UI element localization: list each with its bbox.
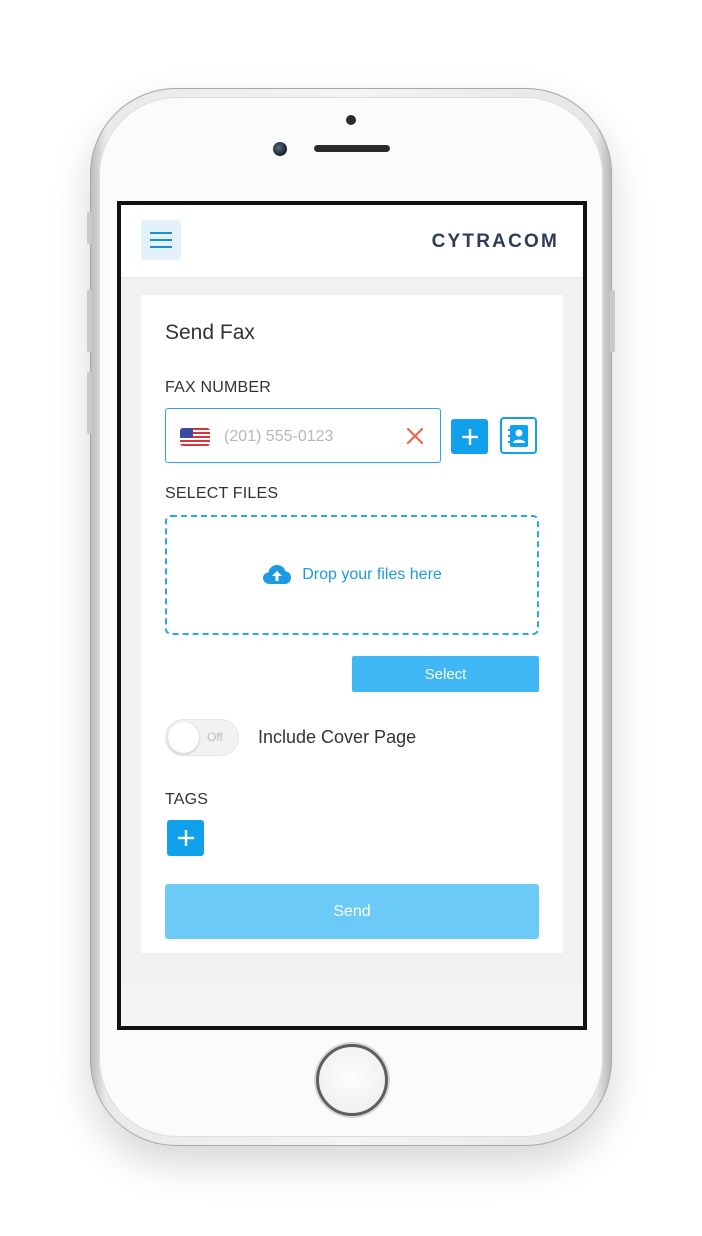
- plus-icon: [461, 428, 478, 445]
- fax-number-field[interactable]: [165, 408, 441, 463]
- phone-screen: CYTRACOM Send Fax FAX NUMBER (201) 555-0…: [117, 201, 587, 1030]
- menu-button[interactable]: [141, 220, 181, 260]
- select-files-button[interactable]: Select: [352, 656, 539, 692]
- close-icon[interactable]: [404, 425, 426, 447]
- add-tag-button[interactable]: [167, 820, 204, 856]
- drop-files-text: Drop your files here: [302, 566, 442, 583]
- phone-speaker: [314, 145, 390, 152]
- contact-book-icon: [507, 424, 528, 447]
- page-title: Send Fax: [165, 321, 255, 344]
- front-camera: [273, 142, 287, 156]
- screen-bottom-area: [121, 985, 583, 1026]
- hamburger-menu-icon: [150, 232, 172, 234]
- toggle-state-text: Off: [207, 730, 223, 744]
- cover-page-toggle[interactable]: Off: [165, 719, 239, 756]
- contacts-button[interactable]: [500, 417, 537, 454]
- home-button[interactable]: [316, 1044, 388, 1116]
- cytracom-logo: CYTRACOM: [431, 231, 559, 252]
- file-dropzone[interactable]: Drop your files here: [165, 515, 539, 635]
- tags-label: TAGS: [165, 791, 209, 808]
- phone-volume-up: [87, 290, 92, 352]
- fax-number-label: FAX NUMBER: [165, 379, 272, 396]
- toggle-knob: [168, 722, 199, 753]
- hamburger-menu-icon-line: [150, 239, 172, 241]
- select-files-label: SELECT FILES: [165, 485, 279, 502]
- send-fax-card: Send Fax FAX NUMBER (201) 555-0123 SELEC…: [141, 295, 563, 953]
- phone-power-button: [610, 290, 615, 352]
- plus-icon: [177, 830, 194, 846]
- phone-sensor: [346, 115, 356, 125]
- include-cover-page-label: Include Cover Page: [258, 727, 417, 747]
- app-header: CYTRACOM: [121, 205, 583, 278]
- us-flag-icon[interactable]: [180, 428, 210, 446]
- phone-volume-down: [87, 372, 92, 434]
- fax-number-input[interactable]: [222, 421, 396, 453]
- phone-silent-switch: [87, 212, 92, 244]
- add-fax-number-button[interactable]: [451, 419, 488, 454]
- hamburger-menu-icon-line: [150, 246, 172, 248]
- cloud-upload-icon: [263, 565, 292, 584]
- send-button[interactable]: Send: [165, 884, 539, 939]
